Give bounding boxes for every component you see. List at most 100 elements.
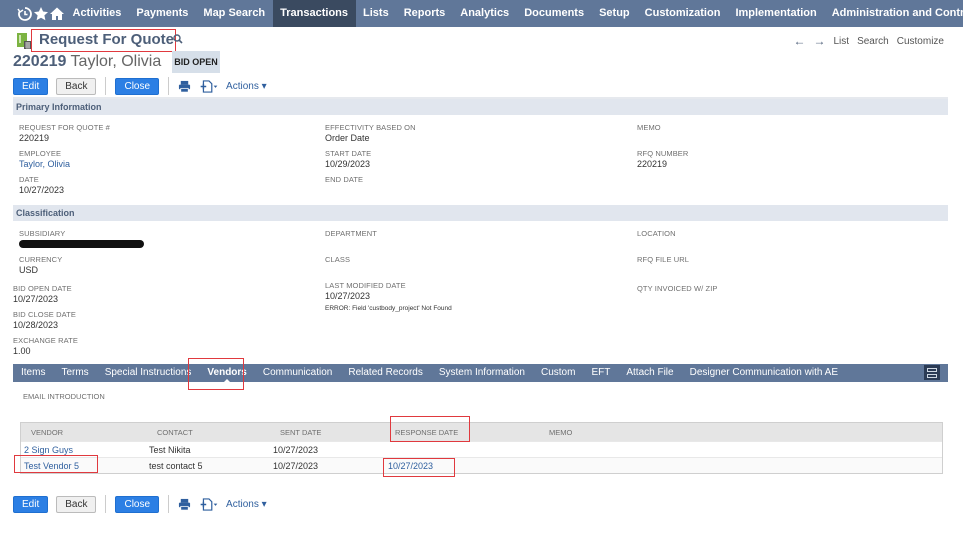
tab-attach-file[interactable]: Attach File — [618, 364, 681, 382]
field-department: DEPARTMENT — [325, 229, 377, 238]
highlight-box-title — [31, 29, 176, 52]
section-classification[interactable]: Classification — [13, 205, 948, 221]
email-introduction-label: EMAIL INTRODUCTION — [23, 392, 105, 401]
tab-terms[interactable]: Terms — [53, 364, 96, 382]
nav-payments[interactable]: Payments — [129, 0, 196, 27]
field-currency: CURRENCY USD — [19, 255, 63, 275]
tab-system-information[interactable]: System Information — [431, 364, 533, 382]
subtab-bar: Items Terms Special Instructions Vendors… — [13, 364, 948, 383]
field-rfq-file-url: RFQ FILE URL — [637, 255, 690, 264]
field-request-for-quote-number: REQUEST FOR QUOTE # 220219 — [19, 123, 110, 143]
employee-link[interactable]: Taylor, Olivia — [19, 159, 70, 169]
table-row: 2 Sign Guys Test Nikita 10/27/2023 — [21, 441, 942, 457]
back-button[interactable]: Back — [56, 77, 97, 95]
record-heading: 220219 Taylor, Olivia — [13, 53, 161, 71]
field-date: DATE 10/27/2023 — [19, 175, 65, 195]
field-last-modified-date: LAST MODIFIED DATE 10/27/2023 ERROR: Fie… — [325, 281, 452, 312]
sent-date-cell: 10/27/2023 — [273, 444, 319, 455]
nav-administration-and-controls[interactable]: Administration and Controls — [824, 0, 963, 27]
contact-cell: test contact 5 — [149, 460, 203, 471]
vendor-link[interactable]: 2 Sign Guys — [24, 445, 73, 455]
back-button[interactable]: Back — [56, 495, 97, 513]
close-button[interactable]: Close — [115, 77, 160, 95]
nav-activities[interactable]: Activities — [65, 0, 129, 27]
close-button[interactable]: Close — [115, 495, 160, 513]
vendors-table: VENDOR CONTACT SENT DATE RESPONSE DATE M… — [20, 422, 943, 474]
field-start-date: START DATE 10/29/2023 — [325, 149, 372, 169]
highlight-box-test-vendor-5 — [14, 455, 98, 473]
star-icon[interactable] — [33, 0, 49, 27]
status-badge: BID OPEN — [172, 51, 220, 73]
print-icon[interactable] — [178, 80, 191, 93]
table-header: VENDOR CONTACT SENT DATE RESPONSE DATE M… — [21, 423, 942, 441]
tab-eft[interactable]: EFT — [583, 364, 618, 382]
nav-map-search[interactable]: Map Search — [196, 0, 273, 27]
home-icon[interactable] — [49, 0, 65, 27]
nav-implementation[interactable]: Implementation — [728, 0, 824, 27]
bottom-toolbar: Edit Back Close Actions ▾ — [13, 494, 267, 514]
new-document-dropdown-icon[interactable] — [199, 79, 219, 93]
customize-link[interactable]: Customize — [897, 36, 944, 47]
nav-documents[interactable]: Documents — [517, 0, 592, 27]
nav-analytics[interactable]: Analytics — [453, 0, 517, 27]
nav-customization[interactable]: Customization — [637, 0, 728, 27]
tab-custom[interactable]: Custom — [533, 364, 583, 382]
redacted-value — [19, 240, 144, 248]
record-navigation: ← → List Search Customize — [794, 34, 945, 48]
nav-reports[interactable]: Reports — [396, 0, 453, 27]
record-name: Taylor, Olivia — [70, 53, 162, 70]
field-rfq-number: RFQ NUMBER 220219 — [637, 149, 689, 169]
toolbar-divider — [105, 495, 107, 513]
field-subsidiary: SUBSIDIARY — [19, 229, 144, 248]
recent-history-icon[interactable] — [17, 0, 33, 27]
field-qty-invoiced-with-zip: QTY INVOICED W/ ZIP — [637, 284, 718, 293]
field-effectivity-based-on: EFFECTIVITY BASED ON Order Date — [325, 123, 416, 143]
search-link[interactable]: Search — [857, 36, 889, 47]
field-memo: MEMO — [637, 123, 661, 132]
column-header-vendor[interactable]: VENDOR — [31, 428, 63, 437]
toolbar-divider — [105, 77, 107, 95]
field-bid-open-date: BID OPEN DATE 10/27/2023 — [13, 284, 72, 304]
new-document-dropdown-icon[interactable] — [199, 497, 219, 511]
field-bid-close-date: BID CLOSE DATE 10/28/2023 — [13, 310, 76, 330]
edit-button[interactable]: Edit — [13, 77, 49, 95]
sent-date-cell: 10/27/2023 — [273, 460, 319, 471]
highlight-box-response-date-header — [390, 416, 470, 442]
tab-special-instructions[interactable]: Special Instructions — [97, 364, 200, 382]
nav-lists[interactable]: Lists — [356, 0, 397, 27]
top-navigation-bar: Activities Payments Map Search Transacti… — [0, 0, 963, 27]
subtab-layout-toggle-icon[interactable] — [924, 365, 940, 380]
actions-menu[interactable]: Actions ▾ — [226, 499, 267, 510]
field-location: LOCATION — [637, 229, 676, 238]
tab-communication[interactable]: Communication — [255, 364, 340, 382]
table-row: Test Vendor 5 test contact 5 10/27/2023 … — [21, 457, 942, 473]
previous-record-arrow-icon[interactable]: ← — [794, 34, 806, 48]
contact-cell: Test Nikita — [149, 444, 191, 455]
request-for-quote-record-icon — [16, 32, 32, 50]
search-icon[interactable] — [173, 34, 183, 44]
nav-setup[interactable]: Setup — [592, 0, 638, 27]
field-exchange-rate: EXCHANGE RATE 1.00 — [13, 336, 78, 356]
print-icon[interactable] — [178, 498, 191, 511]
record-number: 220219 — [13, 53, 67, 70]
field-class: CLASS — [325, 255, 351, 264]
field-employee: EMPLOYEE Taylor, Olivia — [19, 149, 71, 169]
tab-designer-communication-with-ae[interactable]: Designer Communication with AE — [682, 364, 846, 382]
tab-related-records[interactable]: Related Records — [340, 364, 430, 382]
column-header-contact[interactable]: CONTACT — [157, 428, 193, 437]
next-record-arrow-icon[interactable]: → — [814, 34, 826, 48]
top-toolbar: Edit Back Close Actions ▾ — [13, 76, 267, 96]
actions-menu[interactable]: Actions ▾ — [226, 81, 267, 92]
highlight-box-response-date-value — [383, 458, 455, 477]
field-end-date: END DATE — [325, 175, 364, 184]
column-header-sent-date[interactable]: SENT DATE — [280, 428, 321, 437]
highlight-box-vendors-tab — [188, 358, 244, 390]
edit-button[interactable]: Edit — [13, 495, 49, 513]
toolbar-divider — [168, 77, 170, 95]
column-header-memo[interactable]: MEMO — [549, 428, 572, 437]
nav-transactions[interactable]: Transactions — [272, 0, 356, 27]
list-link[interactable]: List — [834, 36, 850, 47]
section-primary-information[interactable]: Primary Information — [13, 99, 948, 115]
tab-items[interactable]: Items — [13, 364, 53, 382]
toolbar-divider — [168, 495, 170, 513]
